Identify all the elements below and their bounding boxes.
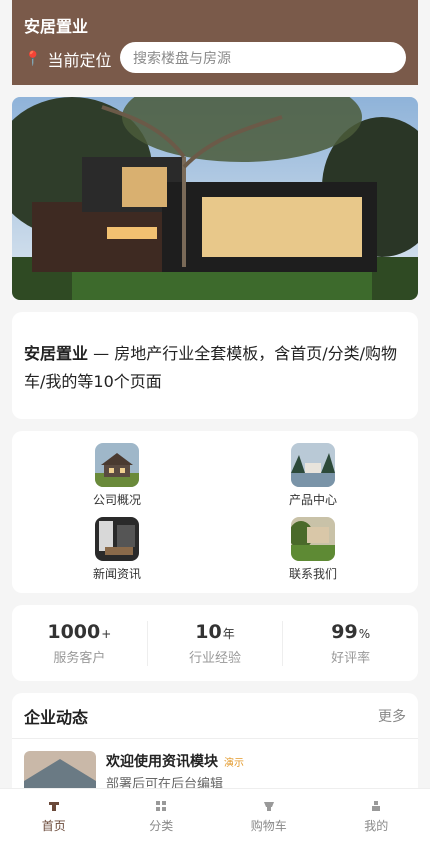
interior-thumb-icon <box>95 517 139 561</box>
tab-category[interactable]: 分类 <box>108 789 216 844</box>
category-icon <box>156 801 167 811</box>
stat-value: 10 <box>195 620 222 643</box>
nav-label: 产品中心 <box>288 493 337 507</box>
nav-product-center[interactable]: 产品中心 <box>263 443 363 508</box>
nav-label: 新闻资讯 <box>92 567 141 581</box>
user-icon <box>372 801 381 811</box>
quick-nav-grid: 公司概况 产品中心 新闻资讯 联系我们 <box>12 431 418 593</box>
location-pin-icon: 📍 <box>24 51 42 67</box>
search-input[interactable]: 搜索楼盘与房源 <box>120 42 406 73</box>
news-title-text: 欢迎使用资讯模块 <box>106 754 218 770</box>
cart-icon <box>263 802 274 811</box>
location-selector[interactable]: 📍 当前定位 <box>24 47 111 71</box>
home-icon <box>48 802 59 811</box>
news-title: 欢迎使用资讯模块 演示 <box>106 751 244 771</box>
stat-label: 好评率 <box>331 650 371 666</box>
intro-brand: 安居置业 <box>24 344 89 363</box>
tab-mine[interactable]: 我的 <box>323 789 430 844</box>
nav-company-profile[interactable]: 公司概况 <box>67 443 167 508</box>
garden-house-thumb-icon <box>291 517 335 561</box>
news-header: 企业动态 更多 <box>12 693 418 739</box>
tab-label: 首页 <box>41 819 66 833</box>
stat-rating: 99% 好评率 <box>283 621 418 666</box>
nav-label: 公司概况 <box>92 493 141 507</box>
stat-unit: + <box>101 626 112 641</box>
stat-experience: 10年 行业经验 <box>148 620 284 666</box>
stat-value: 1000 <box>47 620 101 643</box>
location-label: 当前定位 <box>47 51 112 70</box>
tab-cart[interactable]: 购物车 <box>215 789 323 844</box>
stat-value: 99 <box>331 620 358 643</box>
tab-home[interactable]: 首页 <box>0 789 108 844</box>
stat-unit: 年 <box>222 626 235 641</box>
stat-label: 行业经验 <box>189 650 242 666</box>
search-placeholder: 搜索楼盘与房源 <box>133 50 231 67</box>
lake-house-thumb-icon <box>291 443 335 487</box>
brand-title: 安居置业 <box>24 17 89 36</box>
tab-label: 购物车 <box>250 819 287 833</box>
demo-tag: 演示 <box>224 758 244 769</box>
stats-card: 1000+ 服务客户 10年 行业经验 99% 好评率 <box>12 605 418 681</box>
intro-card: 安居置业 — 房地产行业全套模板，含首页/分类/购物车/我的等10个页面 <box>12 312 418 419</box>
stat-unit: % <box>358 626 371 641</box>
stat-customers: 1000+ 服务客户 <box>12 620 148 666</box>
hero-banner[interactable] <box>12 97 418 300</box>
news-more-link[interactable]: 更多 <box>378 706 406 726</box>
tab-label: 我的 <box>364 819 389 833</box>
nav-news[interactable]: 新闻资讯 <box>67 517 167 582</box>
stat-label: 服务客户 <box>53 650 106 666</box>
nav-contact[interactable]: 联系我们 <box>263 517 363 582</box>
modern-house-image <box>12 97 418 300</box>
house-thumb-icon <box>95 443 139 487</box>
top-header: 安居置业 📍 当前定位 搜索楼盘与房源 <box>12 0 418 85</box>
nav-label: 联系我们 <box>288 567 337 581</box>
tab-label: 分类 <box>149 819 174 833</box>
bottom-tab-bar: 首页 分类 购物车 我的 <box>0 788 430 844</box>
news-section-title: 企业动态 <box>24 707 89 727</box>
